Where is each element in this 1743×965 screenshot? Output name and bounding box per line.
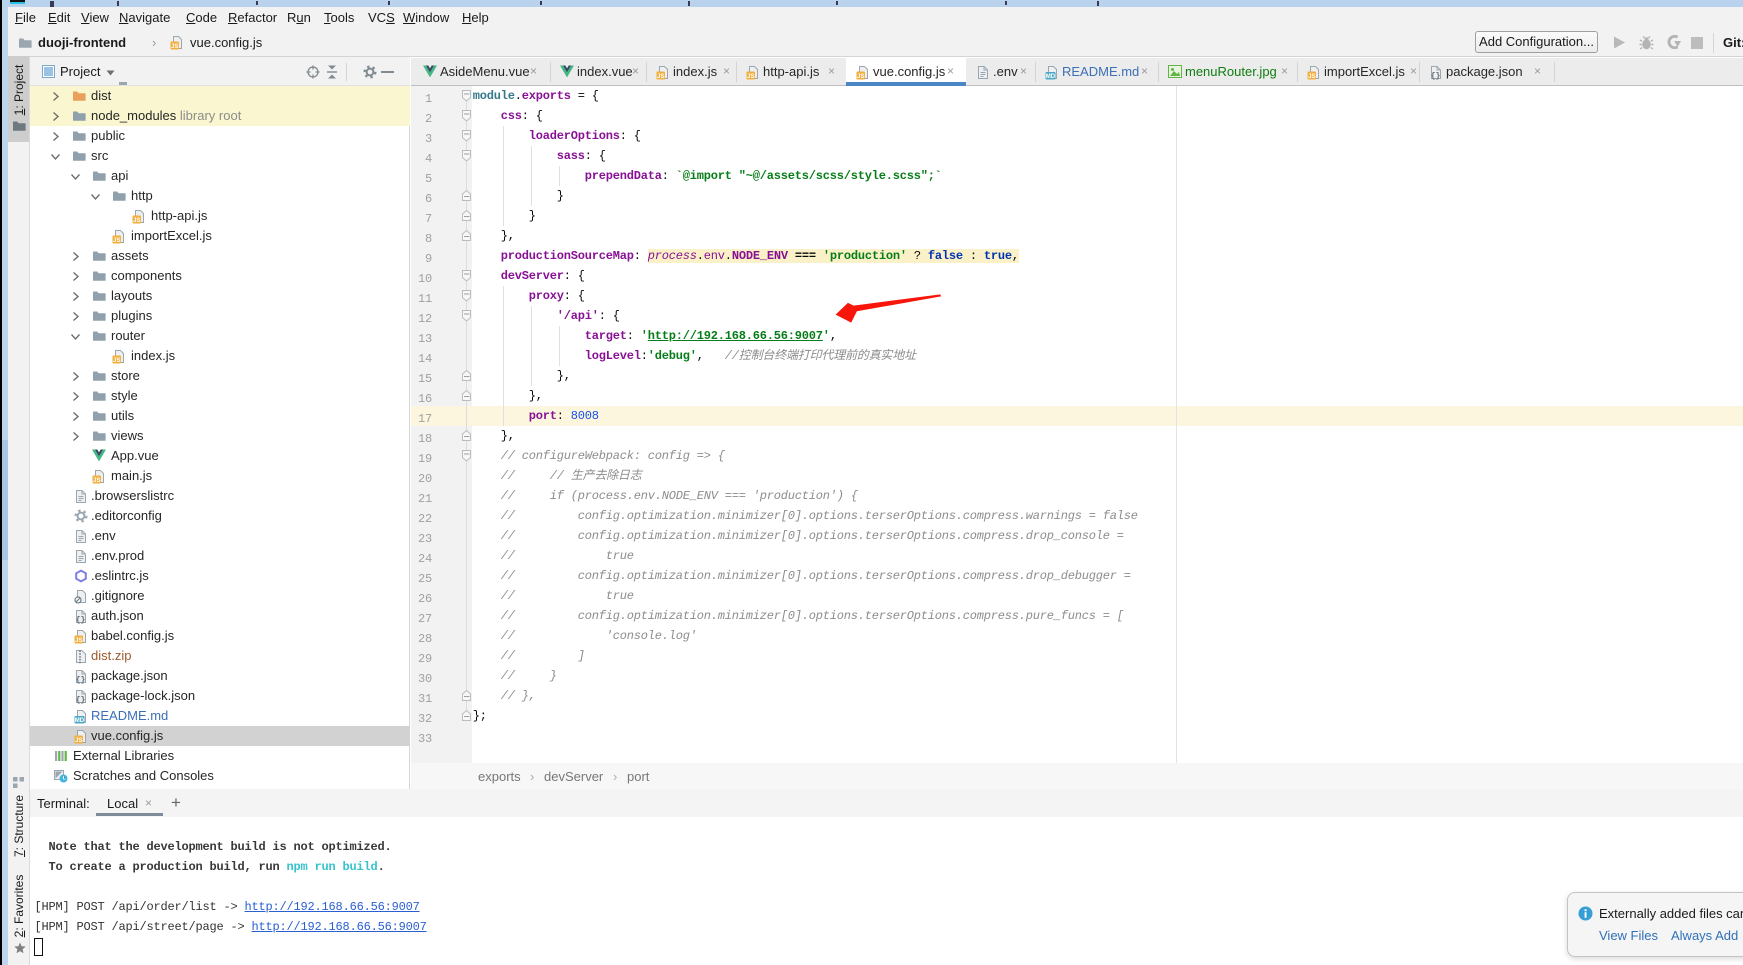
svg-text:JS: JS [657,74,664,80]
svg-text:JS: JS [171,44,178,50]
svg-text:{}: {} [1431,72,1441,80]
svg-text:JS: JS [1308,74,1315,80]
svg-text:{}: {} [76,696,86,704]
svg-text:JS: JS [93,478,100,484]
svg-text:JS: JS [113,358,120,364]
svg-text:JS: JS [133,218,140,224]
svg-text:{}: {} [76,616,86,624]
svg-text:JS: JS [113,238,120,244]
svg-text:{}: {} [76,676,86,684]
svg-text:MD: MD [75,718,85,724]
svg-text:MD: MD [1046,74,1056,80]
svg-text:JS: JS [857,74,864,80]
svg-text:JS: JS [747,74,754,80]
svg-text:JS: JS [75,738,82,744]
svg-text:JS: JS [75,638,82,644]
